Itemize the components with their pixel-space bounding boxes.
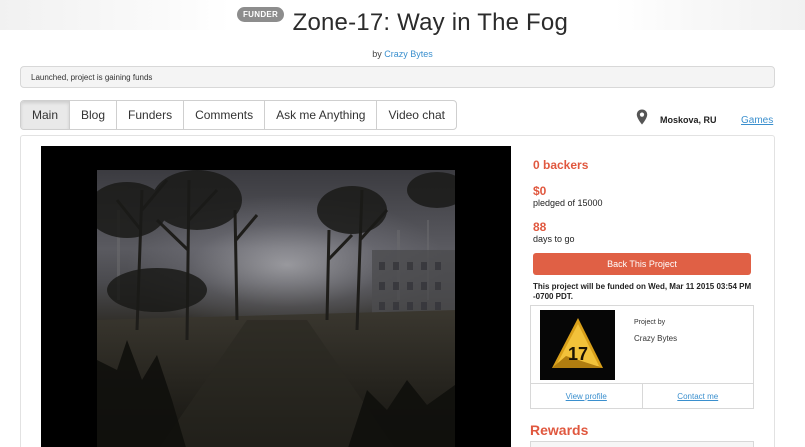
project-title: Zone-17: Way in The Fog — [292, 9, 568, 36]
tab-ask-me-anything[interactable]: Ask me Anything — [265, 101, 378, 129]
byline-prefix: by — [372, 49, 382, 59]
location-text: Moskova, RU — [660, 115, 717, 125]
creator-name: Crazy Bytes — [634, 334, 678, 343]
map-pin-icon — [636, 109, 648, 125]
video-frame — [97, 170, 455, 447]
category-link[interactable]: Games — [741, 115, 773, 126]
project-tabs: Main Blog Funders Comments Ask me Anythi… — [20, 100, 457, 130]
creator-card: 17 Project by Crazy Bytes View profile C… — [530, 305, 754, 409]
foggy-forest-scene — [97, 170, 455, 447]
title-row: FUNDER Zone-17: Way in The Fog — [0, 6, 805, 37]
funding-note: This project will be funded on Wed, Mar … — [533, 282, 752, 301]
rewards-list — [530, 441, 754, 447]
creator-card-actions: View profile Contact me — [531, 383, 753, 409]
zone17-logo-image: 17 — [552, 318, 603, 368]
project-page: FUNDER Zone-17: Way in The Fog by Crazy … — [0, 0, 805, 447]
tab-funders[interactable]: Funders — [117, 101, 185, 129]
pledged-label: pledged of 15000 — [533, 198, 603, 208]
creator-logo[interactable]: 17 — [540, 310, 615, 380]
back-project-button[interactable]: Back This Project — [533, 253, 751, 275]
backers-count: 0 backers — [533, 158, 589, 172]
tab-blog[interactable]: Blog — [70, 101, 118, 129]
contact-me-link[interactable]: Contact me — [641, 384, 754, 409]
tab-comments[interactable]: Comments — [184, 101, 266, 129]
days-remaining: 88 — [533, 220, 547, 234]
video-player[interactable] — [41, 146, 511, 447]
tab-main[interactable]: Main — [21, 101, 71, 129]
rewards-heading: Rewards — [530, 422, 589, 438]
view-profile-link[interactable]: View profile — [531, 384, 642, 409]
byline: by Crazy Bytes — [0, 49, 805, 59]
author-link[interactable]: Crazy Bytes — [384, 49, 433, 59]
project-by-label: Project by — [634, 319, 666, 326]
svg-text:17: 17 — [568, 344, 588, 364]
tab-video-chat[interactable]: Video chat — [377, 101, 456, 129]
funder-badge: FUNDER — [237, 6, 285, 22]
pledged-amount: $0 — [533, 184, 547, 198]
status-bar: Launched, project is gaining funds — [20, 66, 775, 88]
days-label: days to go — [533, 234, 575, 244]
